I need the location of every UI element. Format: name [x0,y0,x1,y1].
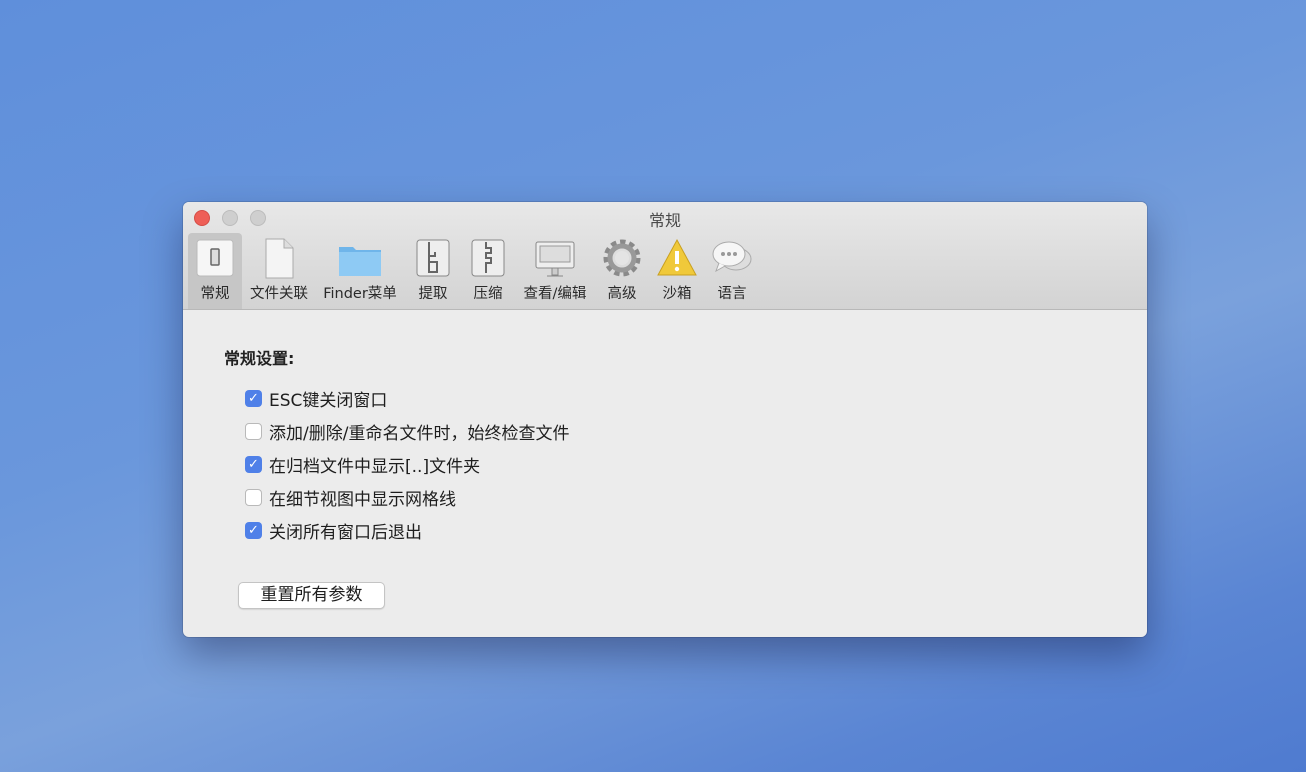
tab-label: 常规 [200,286,230,302]
option-quit-after-close[interactable]: ✓ 关闭所有窗口后退出 [245,520,422,543]
switch-icon [196,239,234,277]
reset-all-button[interactable]: 重置所有参数 [238,582,385,609]
tab-label: 查看/编辑 [523,286,587,302]
gear-icon [603,239,641,277]
checkbox[interactable] [245,422,262,440]
option-show-parent-folder[interactable]: ✓ 在归档文件中显示[..]文件夹 [245,454,481,477]
tab-sandbox[interactable]: 沙箱 [652,233,702,309]
monitor-icon [535,241,575,277]
tab-finder-menu[interactable]: Finder菜单 [317,233,403,309]
titlebar-toolbar: 常规 常规 文件关联 Finder菜单 提取 压缩 查看/编辑 高级 沙箱 语言 [183,202,1147,310]
option-show-gridlines[interactable]: 在细节视图中显示网格线 [245,487,456,510]
tab-label: 提取 [418,286,448,302]
tab-label: 沙箱 [662,286,692,302]
checkbox[interactable]: ✓ [245,389,262,407]
tab-view-edit[interactable]: 查看/编辑 [519,233,591,309]
tab-label: 文件关联 [250,286,308,302]
tab-file-association[interactable]: 文件关联 [245,233,313,309]
option-label: 在归档文件中显示[..]文件夹 [269,456,481,477]
checkbox[interactable]: ✓ [245,455,262,473]
preferences-window: 常规 常规 文件关联 Finder菜单 提取 压缩 查看/编辑 高级 沙箱 语言… [183,202,1147,637]
tab-label: 高级 [607,286,637,302]
option-esc-close[interactable]: ✓ ESC键关闭窗口 [245,388,388,411]
tab-advanced[interactable]: 高级 [597,233,647,309]
folder-icon [339,247,381,276]
extract-zip-icon [416,239,450,277]
checkbox[interactable]: ✓ [245,521,262,539]
compress-zip-icon [471,239,505,277]
tab-label: Finder菜单 [323,286,397,302]
option-label: 添加/删除/重命名文件时，始终检查文件 [269,423,570,444]
section-title: 常规设置: [224,349,295,368]
option-label: 在细节视图中显示网格线 [269,489,456,510]
window-title: 常规 [648,211,681,230]
warning-icon [657,238,697,276]
checkbox[interactable] [245,488,262,506]
option-label: 关闭所有窗口后退出 [269,522,422,543]
speech-bubbles-icon [712,241,752,273]
tab-general[interactable]: 常规 [188,233,242,309]
tab-compress[interactable]: 压缩 [464,233,512,309]
tab-extract[interactable]: 提取 [409,233,457,309]
tab-language[interactable]: 语言 [707,233,757,309]
tab-label: 压缩 [473,286,503,302]
option-label: ESC键关闭窗口 [269,390,388,411]
document-icon [265,238,294,279]
option-always-check-files[interactable]: 添加/删除/重命名文件时，始终检查文件 [245,421,570,444]
tab-label: 语言 [717,286,747,302]
